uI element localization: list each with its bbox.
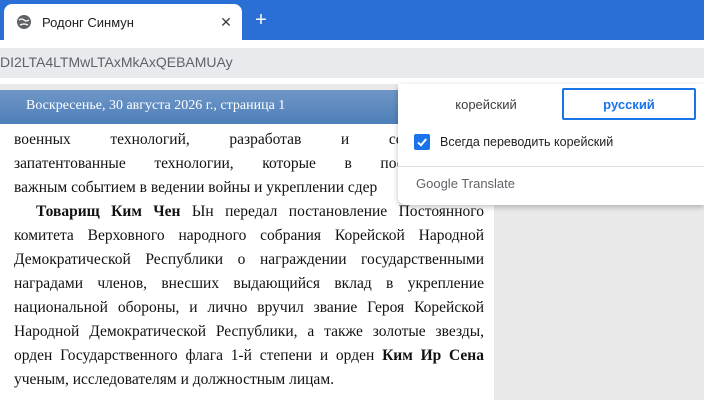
new-tab-button[interactable]: +	[250, 9, 272, 31]
text-line: Народной Демократической Республики, а т…	[14, 323, 484, 340]
order-line: орден Государственного флага 1-й степени…	[14, 344, 484, 368]
browser-tab[interactable]: Родонг Синмун ✕	[4, 4, 242, 40]
page-date-label: Воскресенье, 30 августа 2026 г., страниц…	[26, 98, 286, 113]
tab-target-language[interactable]: русский	[562, 88, 696, 120]
language-tabs: корейский русский	[410, 88, 696, 120]
checkmark-icon	[417, 138, 427, 147]
browser-toolbar: DI2LTA4LTMwLTAxMkAxQEBAMUAy	[0, 40, 704, 84]
text-line: комитета Верховного народного собрания К…	[14, 227, 484, 244]
globe-icon	[16, 14, 32, 30]
url-text: DI2LTA4LTMwLTAxMkAxQEBAMUAy	[0, 54, 233, 70]
tab-strip: Родонг Синмун ✕ +	[0, 0, 704, 40]
google-translate-logo: Google Translate	[416, 176, 516, 191]
translate-popup: корейский русский Всегда переводить коре…	[398, 84, 704, 205]
text-fragment: Ын передал постановление Постоянного	[180, 203, 484, 220]
text-line: наградами членов, внесших выдающийся вкл…	[14, 275, 484, 292]
order-name: Ким Ир Сена	[382, 347, 484, 364]
text-line: Демократической Республики о награждении…	[14, 251, 484, 268]
always-translate-checkbox[interactable]	[414, 134, 430, 150]
tab-source-language[interactable]: корейский	[410, 88, 562, 120]
always-translate-label: Всегда переводить корейский	[440, 135, 614, 149]
text-line: ученым, исследователям и должностным лиц…	[14, 371, 334, 388]
tab-title: Родонг Синмун	[42, 14, 134, 30]
text-fragment: орден Государственного флага 1-й степени…	[14, 347, 383, 364]
address-bar[interactable]: DI2LTA4LTMwLTAxMkAxQEBAMUAy	[0, 48, 704, 78]
always-translate-option[interactable]: Всегда переводить корейский	[414, 134, 613, 150]
leader-name: Товарищ Ким Чен	[36, 203, 181, 220]
close-icon[interactable]: ✕	[216, 12, 236, 32]
divider	[398, 166, 704, 167]
text-line: национальной обороны, и лично вручил зва…	[14, 299, 484, 316]
